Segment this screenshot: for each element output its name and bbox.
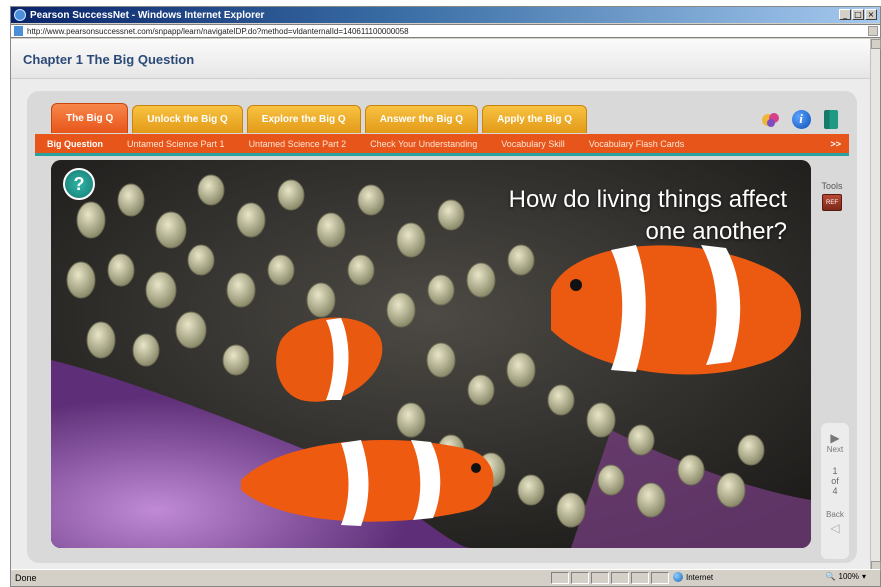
- zoom-control[interactable]: 🔍 100% ▾: [826, 572, 866, 581]
- chapter-title: Chapter 1 The Big Question: [23, 52, 195, 67]
- maximize-button[interactable]: □: [852, 9, 864, 20]
- zoom-level: 100%: [838, 572, 859, 581]
- ie-icon: [14, 9, 26, 21]
- header-icons: i: [761, 109, 841, 129]
- page-of: of: [831, 476, 839, 486]
- tab-unlock-the-big-q[interactable]: Unlock the Big Q: [132, 105, 243, 133]
- window-title: Pearson SuccessNet - Windows Internet Ex…: [30, 9, 265, 21]
- tab-apply-the-big-q[interactable]: Apply the Big Q: [482, 105, 588, 133]
- status-text: Done: [15, 573, 37, 583]
- address-dropdown-arrow[interactable]: [868, 26, 878, 36]
- zone-label: Internet: [686, 572, 714, 582]
- feature-image: ? How do living things affect one anothe…: [51, 160, 811, 548]
- status-cells: [551, 572, 669, 584]
- help-question-icon[interactable]: ?: [63, 168, 95, 200]
- minimize-button[interactable]: _: [839, 9, 851, 20]
- back-button[interactable]: Back: [821, 510, 849, 519]
- pager: ▶ Next 1 of 4 Back ◁: [821, 423, 849, 559]
- security-zone[interactable]: Internet: [673, 572, 713, 582]
- tab-answer-the-big-q[interactable]: Answer the Big Q: [364, 105, 479, 133]
- subnav-big-question[interactable]: Big Question: [35, 139, 115, 149]
- subnav-untamed-science-1[interactable]: Untamed Science Part 1: [115, 139, 237, 149]
- lesson-panel: The Big Q Unlock the Big Q Explore the B…: [27, 91, 857, 563]
- big-question-text: How do living things affect one another?: [367, 184, 787, 248]
- tab-the-big-q[interactable]: The Big Q: [51, 103, 129, 133]
- vertical-scrollbar[interactable]: [870, 39, 881, 571]
- close-button[interactable]: ×: [865, 9, 877, 20]
- next-arrow-icon[interactable]: ▶: [821, 431, 849, 445]
- question-line-1: How do living things affect: [508, 186, 787, 213]
- page-current: 1: [832, 466, 838, 476]
- tools-label: Tools: [821, 181, 843, 191]
- back-arrow-icon[interactable]: ◁: [821, 521, 849, 535]
- question-line-2: one another?: [645, 218, 787, 245]
- page-content: Chapter 1 The Big Question The Big Q Unl…: [11, 39, 872, 571]
- sub-navigation: Big Question Untamed Science Part 1 Unta…: [35, 134, 849, 156]
- subnav-vocabulary-flash-cards[interactable]: Vocabulary Flash Cards: [577, 139, 697, 149]
- chapter-header: Chapter 1 The Big Question: [11, 39, 872, 79]
- tab-explore-the-big-q[interactable]: Explore the Big Q: [246, 105, 361, 133]
- internet-globe-icon: [673, 572, 683, 582]
- main-tabs: The Big Q Unlock the Big Q Explore the B…: [51, 103, 588, 133]
- page-icon: [14, 26, 23, 36]
- subnav-more-button[interactable]: >>: [830, 139, 849, 149]
- next-button[interactable]: Next: [821, 445, 849, 454]
- window-controls: _ □ ×: [839, 9, 877, 20]
- subnav-untamed-science-2[interactable]: Untamed Science Part 2: [237, 139, 359, 149]
- reference-tool-button[interactable]: REF: [822, 194, 842, 211]
- zoom-dropdown-icon[interactable]: ▾: [862, 572, 866, 581]
- subnav-check-understanding[interactable]: Check Your Understanding: [358, 139, 489, 149]
- browser-window: Pearson SuccessNet - Windows Internet Ex…: [10, 6, 881, 587]
- scroll-up-arrow[interactable]: [871, 39, 881, 49]
- subnav-vocabulary-skill[interactable]: Vocabulary Skill: [489, 139, 577, 149]
- info-icon[interactable]: i: [791, 109, 811, 129]
- tools-sidebar: Tools REF: [815, 181, 849, 211]
- tools-people-icon[interactable]: [761, 109, 781, 129]
- address-bar[interactable]: http://www.pearsonsuccessnet.com/snpapp/…: [11, 24, 880, 38]
- status-bar: Done Internet 🔍 100% ▾: [11, 569, 880, 586]
- address-url[interactable]: http://www.pearsonsuccessnet.com/snpapp/…: [27, 27, 409, 36]
- page-total: 4: [832, 486, 838, 496]
- book-icon[interactable]: [821, 109, 841, 129]
- zoom-icon: 🔍: [825, 572, 836, 581]
- title-bar: Pearson SuccessNet - Windows Internet Ex…: [11, 7, 880, 23]
- page-indicator: 1 of 4: [821, 466, 849, 496]
